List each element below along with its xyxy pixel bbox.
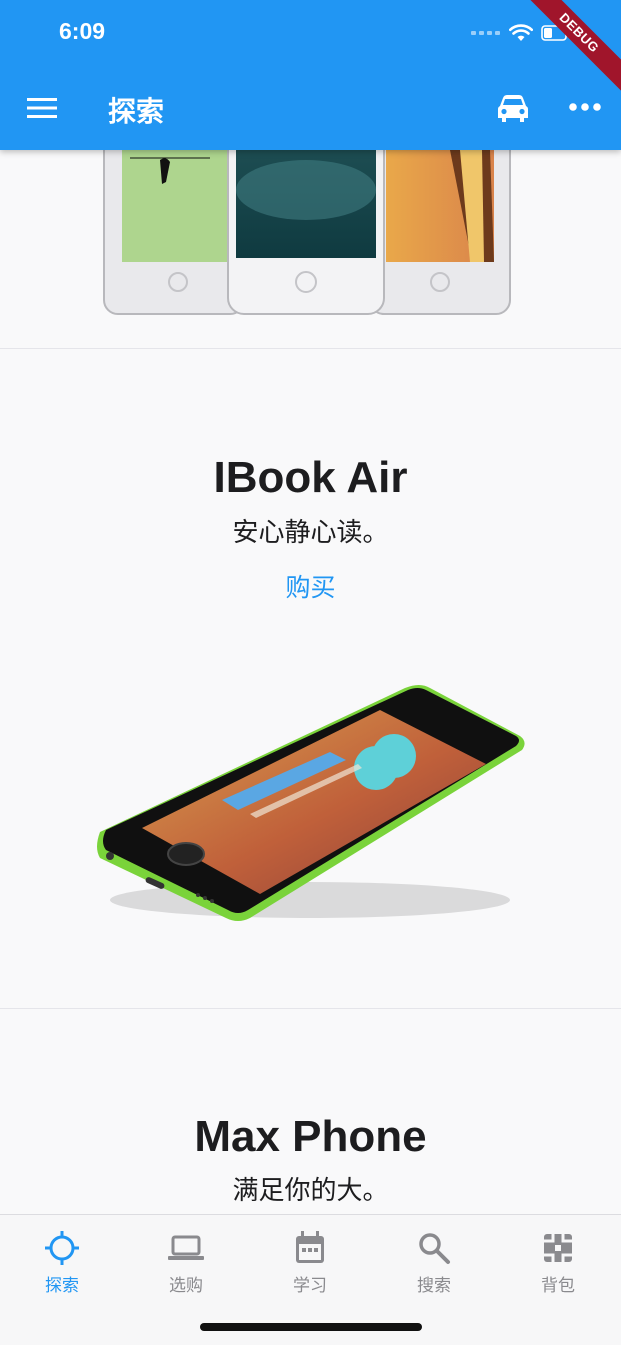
green-phone-image [97,685,525,921]
page-title: 探索 [108,95,165,128]
tab-label: 背包 [541,1276,575,1296]
signal-icon [471,31,500,35]
tab-label: 学习 [293,1276,327,1296]
laptop-icon [168,1235,204,1260]
home-indicator [200,1323,422,1331]
more-icon[interactable] [568,100,602,114]
car-icon[interactable] [496,92,530,124]
tab-label: 选购 [169,1276,203,1296]
section-divider [0,348,621,349]
product-title: Max Phone [194,1112,427,1161]
crosshair-icon [45,1231,79,1265]
menu-icon[interactable] [26,94,58,122]
buy-link[interactable]: 购买 [0,568,621,604]
tab-learn[interactable]: 学习 [248,1229,372,1296]
product-title: IBook Air [213,453,408,502]
tab-bag[interactable]: 背包 [496,1229,620,1296]
app-bar: 6:09 探索 [0,0,621,150]
status-time: 6:09 [59,18,106,44]
content-scroll[interactable]: IBook Air 安心静心读。 购买 Max Phone 满足你的大。 [0,150,621,1214]
wifi-icon [509,24,533,41]
search-icon [419,1233,450,1264]
tab-label: 探索 [45,1276,79,1296]
iphone-trio-image [103,150,511,315]
calendar-icon [296,1231,324,1263]
product-subtitle: 安心静心读。 [232,518,389,548]
tab-search[interactable]: 搜索 [372,1229,496,1296]
section-divider [0,1008,621,1009]
product-subtitle: 满足你的大。 [232,1176,389,1206]
bag-icon [544,1234,572,1262]
tab-shop[interactable]: 选购 [124,1229,248,1296]
tab-explore[interactable]: 探索 [0,1229,124,1296]
status-indicators [471,24,571,42]
tab-label: 搜索 [417,1276,451,1296]
